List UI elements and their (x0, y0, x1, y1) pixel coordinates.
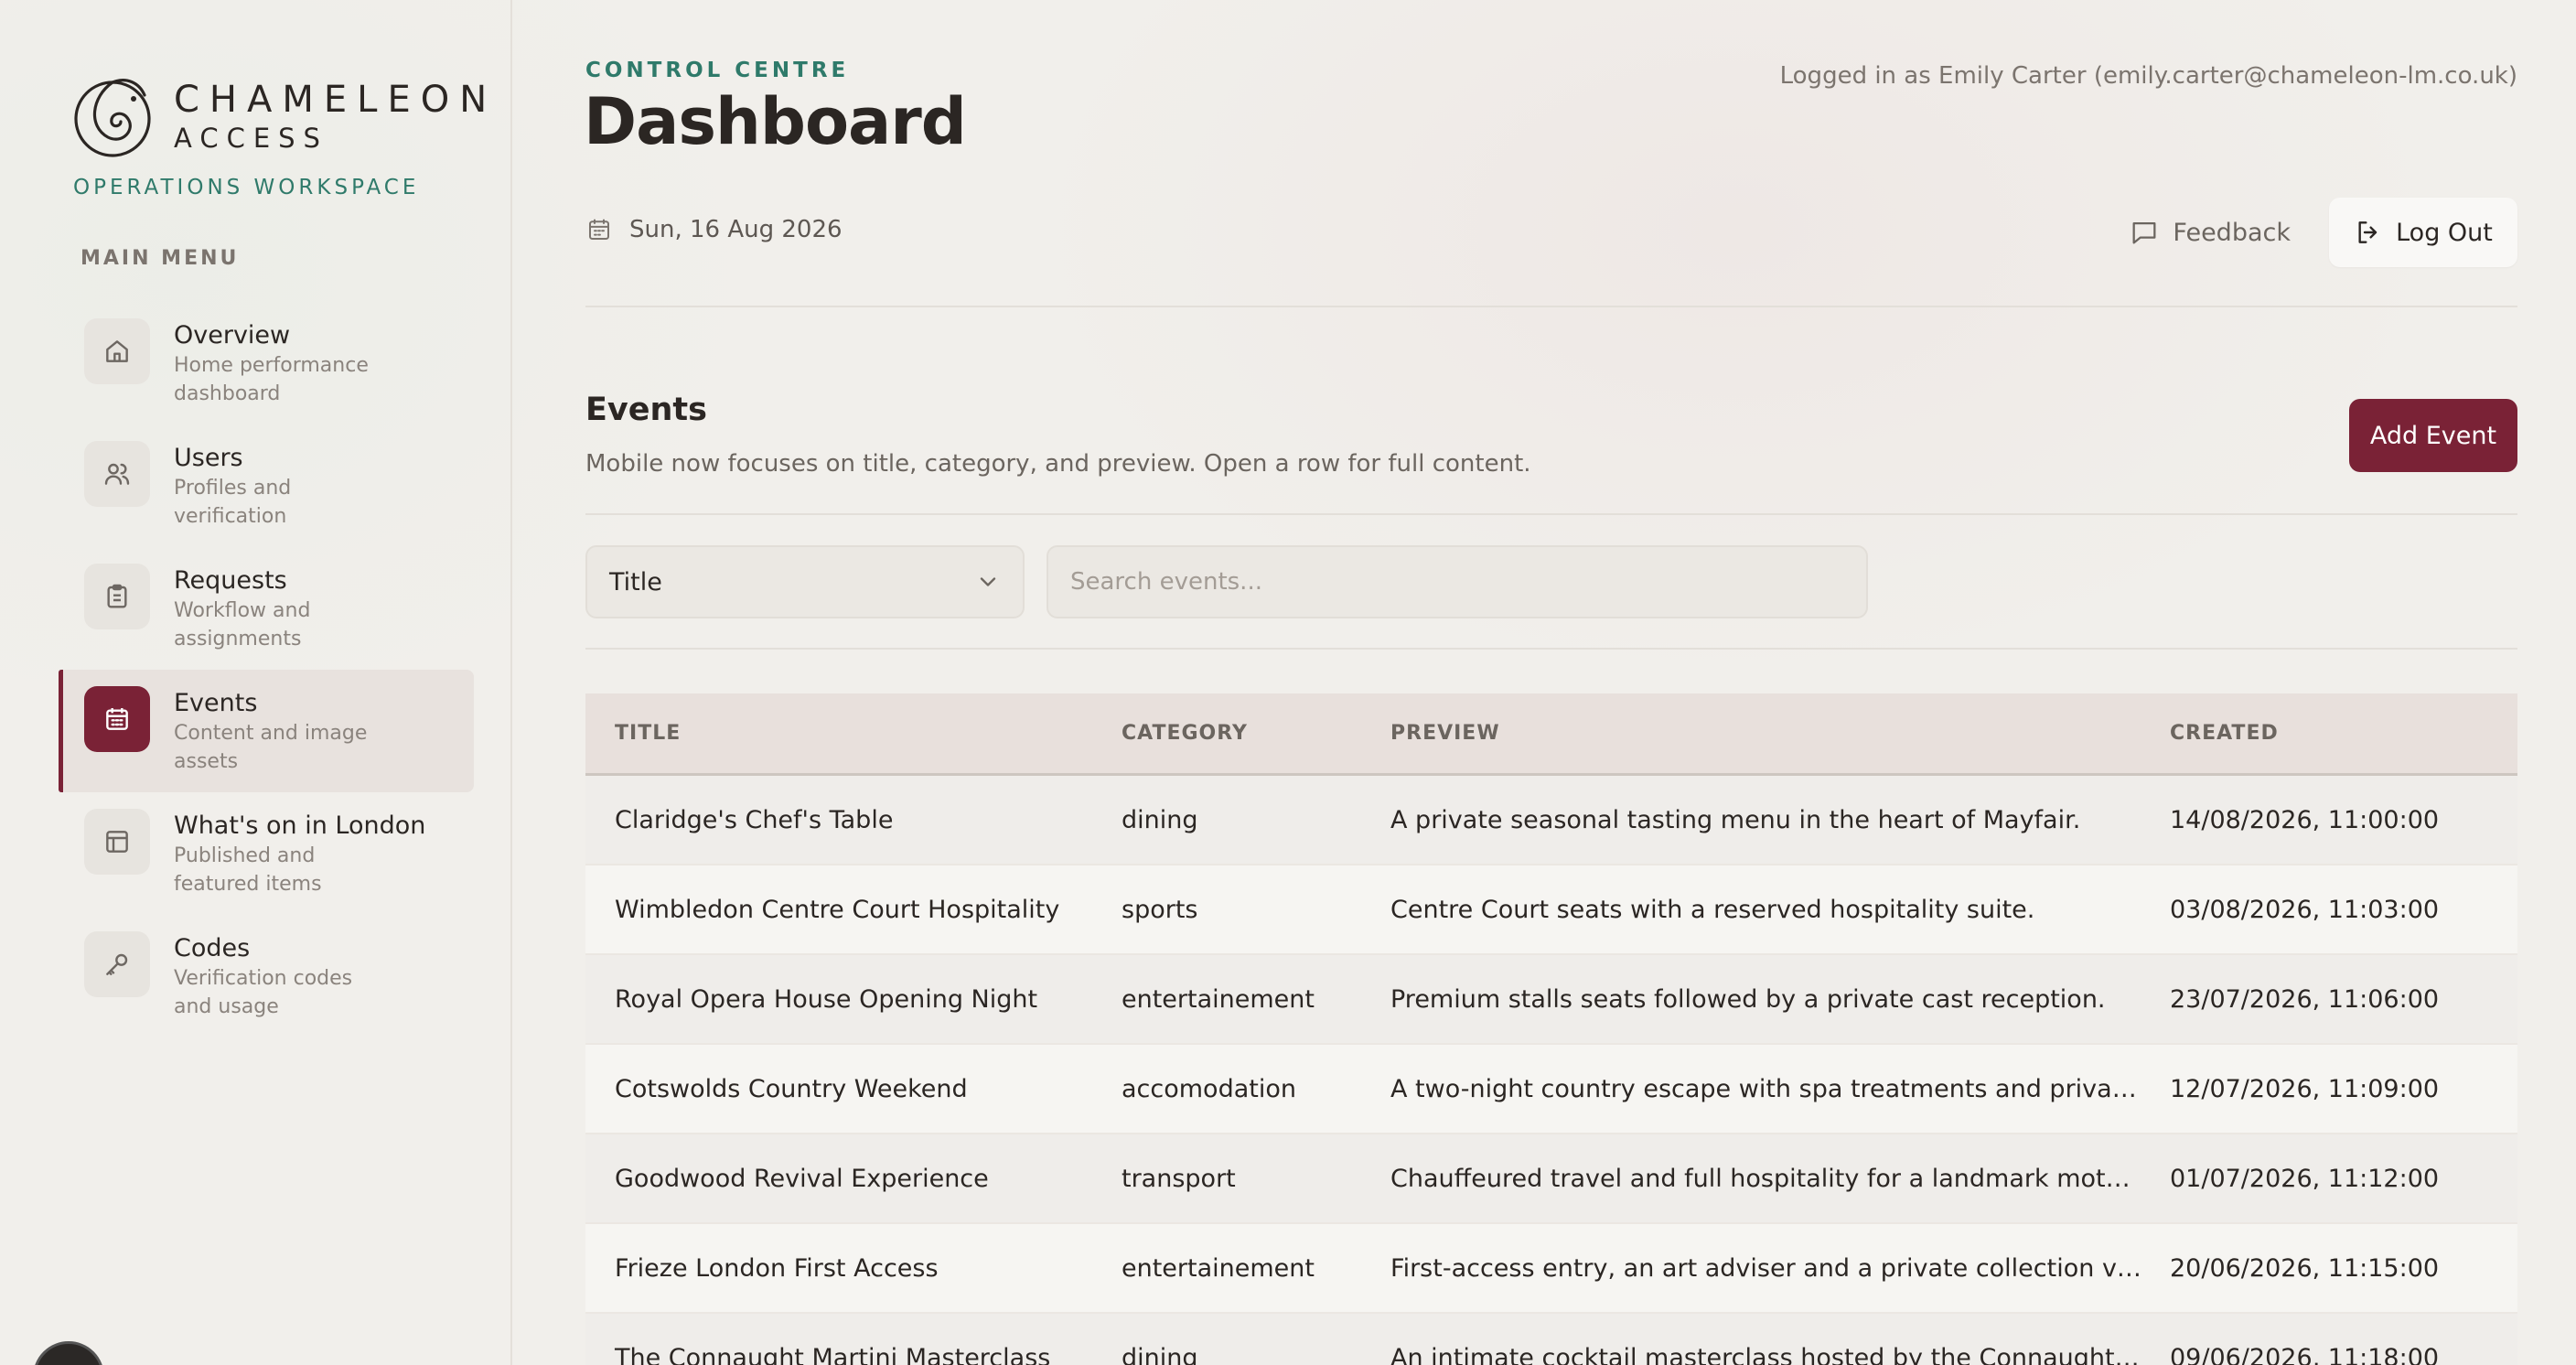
cell-created: 12/07/2026, 11:09:00 (2170, 1074, 2440, 1103)
brand-wordmark: CHAMELEON ACCESS (174, 79, 497, 154)
logged-in-user: Logged in as Emily Carter (emily.carter@… (1779, 62, 2517, 90)
cell-title: Frieze London First Access (615, 1253, 939, 1283)
brand-name-line2: ACCESS (174, 123, 328, 154)
layout-icon (84, 809, 150, 875)
events-section-title: Events (585, 392, 707, 428)
cell-title: The Connaught Martini Masterclass (615, 1343, 1051, 1365)
cell-category: dining (1122, 1343, 1198, 1365)
cell-title: Wimbledon Centre Court Hospitality (615, 895, 1060, 924)
table-row[interactable]: Claridge's Chef's Table dining A private… (585, 776, 2517, 865)
home-icon (84, 318, 150, 384)
workspace-label: OPERATIONS WORKSPACE (73, 176, 420, 199)
calendar-icon (84, 686, 150, 752)
sidebar-item-events[interactable]: Events Content and image assets (59, 670, 474, 792)
add-event-button[interactable]: Add Event (2349, 399, 2517, 472)
page-title: Dashboard (584, 84, 967, 159)
sidebar-item-whats-on-in-london[interactable]: What's on in London Published and featur… (59, 792, 474, 915)
chevron-down-icon (980, 577, 996, 586)
brand-name-line1: CHAMELEON (174, 79, 498, 121)
header-actions: Feedback Log Out (2129, 198, 2517, 267)
logout-label: Log Out (2396, 218, 2493, 247)
sidebar-item-label: Events (174, 689, 258, 717)
header-divider (585, 306, 2517, 307)
cell-preview: First-access entry, an art adviser and a… (1390, 1253, 2162, 1283)
sidebar-item-label: Users (174, 444, 243, 472)
sidebar-item-label: Overview (174, 321, 291, 349)
table-header: TITLE CATEGORY PREVIEW CREATED (585, 693, 2517, 776)
cell-preview: A two-night country escape with spa trea… (1390, 1074, 2170, 1103)
cell-preview: An intimate cocktail masterclass hosted … (1390, 1343, 2170, 1365)
sidebar-item-desc: Home performance dashboard (174, 354, 369, 405)
cell-title: Claridge's Chef's Table (615, 805, 894, 834)
chat-bubble-icon (2132, 221, 2156, 244)
column-header-category[interactable]: CATEGORY (1122, 722, 1390, 745)
sidebar-item-requests[interactable]: Requests Workflow and assignments (59, 547, 474, 670)
cell-category: transport (1122, 1164, 1236, 1193)
cell-created: 09/06/2026, 11:18:00 (2170, 1343, 2440, 1365)
column-header-title[interactable]: TITLE (585, 722, 1122, 745)
search-events-input[interactable] (1046, 545, 1868, 618)
cell-created: 23/07/2026, 11:06:00 (2170, 984, 2440, 1014)
cell-category: entertainement (1122, 984, 1315, 1014)
floating-assistant-button[interactable] (33, 1341, 104, 1365)
logout-icon (2358, 221, 2377, 243)
cell-created: 20/06/2026, 11:15:00 (2170, 1253, 2440, 1283)
sidebar-item-users[interactable]: Users Profiles and verification (59, 425, 474, 547)
table-row[interactable]: Wimbledon Centre Court Hospitality sport… (585, 865, 2517, 955)
table-row[interactable]: Royal Opera House Opening Night entertai… (585, 955, 2517, 1045)
column-header-created[interactable]: CREATED (2170, 722, 2517, 745)
table-row[interactable]: The Connaught Martini Masterclass dining… (585, 1314, 2517, 1365)
search-field-select[interactable]: Title (585, 545, 1025, 618)
cell-preview: Chauffeured travel and full hospitality … (1390, 1164, 2170, 1193)
cell-category: entertainement (1122, 1253, 1315, 1283)
sidebar-item-desc: Content and image assets (174, 722, 368, 773)
table-row[interactable]: Goodwood Revival Experience transport Ch… (585, 1134, 2517, 1224)
cell-created: 14/08/2026, 11:00:00 (2170, 805, 2440, 834)
cell-title: Goodwood Revival Experience (615, 1164, 989, 1193)
sidebar-item-desc: Published and featured items (174, 844, 322, 896)
main-nav: Overview Home performance dashboard User… (59, 302, 474, 1037)
section-divider (585, 513, 2517, 515)
table-row[interactable]: Frieze London First Access entertainemen… (585, 1224, 2517, 1314)
sidebar-item-desc: Verification codes and usage (174, 967, 353, 1018)
sidebar-item-desc: Profiles and verification (174, 477, 292, 528)
current-date: Sun, 16 Aug 2026 (585, 216, 843, 243)
chameleon-logo-icon (74, 79, 151, 157)
cell-title: Royal Opera House Opening Night (615, 984, 1038, 1014)
sidebar-item-label: Requests (174, 566, 287, 595)
cell-preview: Centre Court seats with a reserved hospi… (1390, 895, 2035, 924)
feedback-button[interactable]: Feedback (2129, 217, 2291, 248)
calendar-icon (589, 219, 609, 240)
events-section-subtitle: Mobile now focuses on title, category, a… (585, 450, 1531, 478)
key-icon (84, 931, 150, 997)
cell-created: 01/07/2026, 11:12:00 (2170, 1164, 2440, 1193)
feedback-label: Feedback (2173, 218, 2291, 247)
table-row[interactable]: Cotswolds Country Weekend accomodation A… (585, 1045, 2517, 1134)
sidebar: CHAMELEON ACCESS OPERATIONS WORKSPACE MA… (0, 0, 512, 1365)
column-header-preview[interactable]: PREVIEW (1390, 722, 2170, 745)
cell-title: Cotswolds Country Weekend (615, 1074, 968, 1103)
cell-preview: A private seasonal tasting menu in the h… (1390, 805, 2081, 834)
cell-category: sports (1122, 895, 1198, 924)
logout-button[interactable]: Log Out (2329, 198, 2517, 267)
sidebar-item-desc: Workflow and assignments (174, 599, 311, 650)
events-table: TITLE CATEGORY PREVIEW CREATED Claridge'… (585, 693, 2517, 1365)
main-content: CONTROL CENTRE Dashboard Logged in as Em… (584, 0, 2517, 1365)
cell-category: dining (1122, 805, 1198, 834)
sidebar-item-codes[interactable]: Codes Verification codes and usage (59, 915, 474, 1037)
cell-preview: Premium stalls seats followed by a priva… (1390, 984, 2106, 1014)
main-menu-title: MAIN MENU (80, 247, 240, 270)
cell-category: accomodation (1122, 1074, 1296, 1103)
users-icon (84, 441, 150, 507)
sidebar-item-overview[interactable]: Overview Home performance dashboard (59, 302, 474, 425)
clipboard-icon (84, 564, 150, 629)
page-eyebrow: CONTROL CENTRE (585, 59, 850, 82)
brand-logo[interactable]: CHAMELEON ACCESS (71, 70, 497, 163)
sidebar-item-label: Codes (174, 934, 251, 962)
sidebar-item-label: What's on in London (174, 811, 426, 840)
date-text: Sun, 16 Aug 2026 (629, 216, 843, 243)
filter-divider (585, 648, 2517, 650)
cell-created: 03/08/2026, 11:03:00 (2170, 895, 2440, 924)
search-field-value: Title (609, 567, 662, 597)
